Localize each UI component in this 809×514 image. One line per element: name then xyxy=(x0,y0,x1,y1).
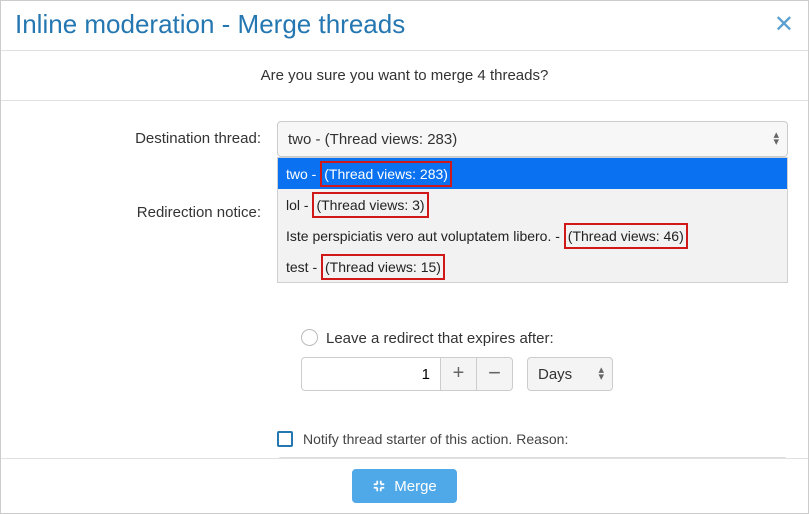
labels-column: Destination thread: Redirection notice: xyxy=(1,101,271,458)
close-icon[interactable]: ✕ xyxy=(774,13,794,37)
dropdown-option-two[interactable]: two - (Thread views: 283) xyxy=(278,158,787,189)
modal-body: Destination thread: Redirection notice: … xyxy=(1,101,808,458)
merge-threads-modal: Inline moderation - Merge threads ✕ Are … xyxy=(0,0,809,514)
destination-thread-value: two - (Thread views: 283) xyxy=(288,131,457,148)
stepper-decrement-button[interactable]: − xyxy=(477,357,513,391)
dropdown-option-iste[interactable]: Iste perspiciatis vero aut voluptatem li… xyxy=(278,220,787,251)
notify-starter-row[interactable]: Notify thread starter of this action. Re… xyxy=(277,431,788,447)
select-arrows-icon: ▴▾ xyxy=(598,367,604,381)
thread-views-highlight: (Thread views: 283) xyxy=(320,161,452,187)
modal-header: Inline moderation - Merge threads ✕ xyxy=(1,1,808,51)
modal-footer: Merge xyxy=(1,458,808,513)
dropdown-option-test[interactable]: test - (Thread views: 15) xyxy=(278,251,787,282)
thread-views-highlight: (Thread views: 46) xyxy=(564,223,688,249)
expire-unit-select[interactable]: Days ▴▾ xyxy=(527,357,613,391)
checkbox-icon xyxy=(277,431,293,447)
merge-button-label: Merge xyxy=(394,478,437,495)
destination-thread-dropdown: two - (Thread views: 283) lol - (Thread … xyxy=(277,157,788,283)
modal-title: Inline moderation - Merge threads xyxy=(15,9,405,40)
redirect-expire-stepper: + − Days ▴▾ xyxy=(277,357,788,391)
stepper-increment-button[interactable]: + xyxy=(441,357,477,391)
select-arrows-icon: ▴▾ xyxy=(773,132,779,146)
dropdown-option-lol[interactable]: lol - (Thread views: 3) xyxy=(278,189,787,220)
notify-reason-input[interactable]: Optional xyxy=(277,457,788,458)
redirect-expire-option[interactable]: Leave a redirect that expires after: xyxy=(277,329,788,347)
merge-icon xyxy=(372,479,386,493)
controls-column: two - (Thread views: 283) ▴▾ two - (Thre… xyxy=(271,101,808,458)
destination-thread-label: Destination thread: xyxy=(1,121,261,157)
confirm-text: Are you sure you want to merge 4 threads… xyxy=(1,51,808,101)
merge-button[interactable]: Merge xyxy=(352,469,457,503)
thread-views-highlight: (Thread views: 15) xyxy=(321,254,445,280)
redirection-notice-label: Redirection notice: xyxy=(1,195,261,231)
thread-views-highlight: (Thread views: 3) xyxy=(312,192,428,218)
notify-starter-label: Notify thread starter of this action. Re… xyxy=(303,431,568,447)
destination-thread-select[interactable]: two - (Thread views: 283) ▴▾ xyxy=(277,121,788,157)
radio-icon xyxy=(301,329,318,346)
expire-amount-input[interactable] xyxy=(301,357,441,391)
